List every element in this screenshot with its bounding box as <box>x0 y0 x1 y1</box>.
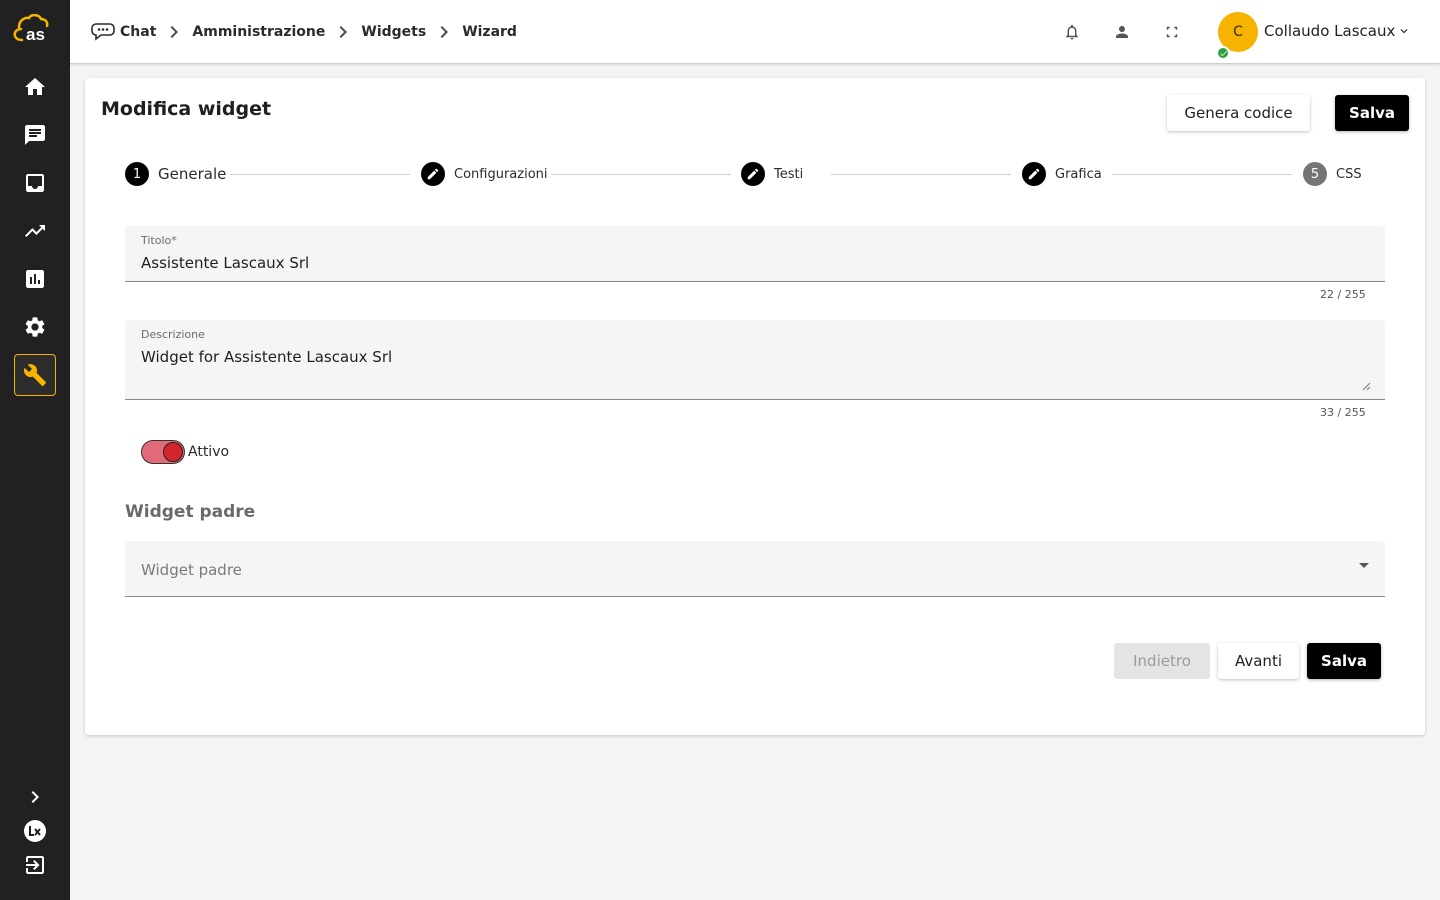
title-field[interactable]: Titolo* Assistente Lascaux Srl <box>125 226 1385 282</box>
edit-icon <box>421 162 445 186</box>
step-testi[interactable]: Testi <box>741 162 803 186</box>
person-icon <box>1116 26 1128 38</box>
back-button[interactable]: Indietro <box>1114 643 1210 679</box>
toggle-knob <box>163 442 183 462</box>
chevron-right-icon <box>31 791 39 803</box>
parent-widget-select[interactable]: Widget padre <box>125 541 1385 597</box>
step-number: 5 <box>1303 162 1327 186</box>
breadcrumb-chat[interactable]: Chat <box>120 24 156 40</box>
chevron-down-icon <box>1400 29 1408 34</box>
edit-icon <box>1022 162 1046 186</box>
step-number: 1 <box>125 162 149 186</box>
nav-inbox[interactable] <box>14 162 56 204</box>
save-button-bottom[interactable]: Salva <box>1307 643 1381 679</box>
next-button[interactable]: Avanti <box>1218 643 1299 679</box>
top-bar: Chat Amministrazione Widgets Wizard C Co… <box>70 0 1440 64</box>
title-input[interactable]: Assistente Lascaux Srl <box>141 254 309 272</box>
app-logo[interactable]: as <box>12 13 56 44</box>
generate-code-button[interactable]: Genera codice <box>1167 95 1310 131</box>
svg-text:as: as <box>26 25 45 44</box>
fullscreen-button[interactable] <box>1160 20 1184 44</box>
resize-grip-icon[interactable] <box>1361 381 1371 391</box>
widget-editor-card: Modifica widget Genera codice Salva 1 Ge… <box>85 78 1425 735</box>
sidebar: as <box>0 0 70 900</box>
step-label: Testi <box>774 166 804 182</box>
active-toggle[interactable] <box>141 440 185 464</box>
active-toggle-label: Attivo <box>188 444 230 460</box>
description-field-label: Descrizione <box>141 328 205 341</box>
notifications-button[interactable] <box>1060 20 1084 44</box>
step-generale[interactable]: 1 Generale <box>125 162 226 186</box>
logout-icon <box>26 856 44 874</box>
step-configurazioni[interactable]: Configurazioni <box>421 162 548 186</box>
step-connector <box>1112 174 1292 175</box>
lx-brand-button[interactable] <box>14 814 56 848</box>
nav-settings[interactable] <box>14 306 56 348</box>
nav-trending[interactable] <box>14 210 56 252</box>
chevron-right-icon <box>440 26 449 38</box>
wizard-stepper: 1 Generale Configurazioni Testi Grafica <box>125 162 1375 186</box>
expand-sidebar-button[interactable] <box>14 780 56 814</box>
save-button-top[interactable]: Salva <box>1335 95 1409 131</box>
inbox-icon <box>26 174 44 192</box>
description-char-counter: 33 / 255 <box>1320 406 1366 419</box>
online-status-icon <box>1216 46 1230 60</box>
bell-icon <box>1066 24 1078 40</box>
fullscreen-icon <box>1166 26 1178 38</box>
bar-chart-icon <box>26 270 44 288</box>
title-field-label: Titolo* <box>141 234 177 247</box>
chat-icon <box>25 125 45 145</box>
gear-icon <box>25 317 45 337</box>
step-css[interactable]: 5 CSS <box>1303 162 1362 186</box>
step-label: Configurazioni <box>454 166 548 182</box>
description-textarea[interactable]: Widget for Assistente Lascaux Srl <box>141 348 392 366</box>
step-label: Grafica <box>1055 166 1102 182</box>
trending-up-icon <box>25 225 45 237</box>
parent-widget-heading: Widget padre <box>125 502 256 522</box>
step-grafica[interactable]: Grafica <box>1022 162 1102 186</box>
breadcrumb-widgets[interactable]: Widgets <box>361 24 426 40</box>
description-field[interactable]: Descrizione Widget for Assistente Lascau… <box>125 320 1385 400</box>
page-title: Modifica widget <box>101 98 272 120</box>
step-connector <box>831 174 1011 175</box>
breadcrumb: Chat Amministrazione Widgets Wizard <box>90 20 517 44</box>
step-label: CSS <box>1336 166 1362 182</box>
profile-button[interactable] <box>1110 20 1134 44</box>
wrench-icon <box>23 364 46 386</box>
edit-icon <box>741 162 765 186</box>
chevron-right-icon <box>339 26 348 38</box>
nav-home[interactable] <box>14 66 56 108</box>
home-icon <box>25 78 45 95</box>
dropdown-arrow-icon <box>1359 563 1369 568</box>
logout-button[interactable] <box>14 848 56 882</box>
user-name: Collaudo Lascaux <box>1264 22 1396 40</box>
nav-reports[interactable] <box>14 258 56 300</box>
chevron-right-icon <box>170 26 179 38</box>
nav-chat[interactable] <box>14 114 56 156</box>
title-char-counter: 22 / 255 <box>1320 288 1366 301</box>
step-connector <box>230 174 410 175</box>
chat-bot-icon <box>91 23 115 41</box>
breadcrumb-amministrazione[interactable]: Amministrazione <box>192 24 325 40</box>
step-label: Generale <box>158 165 227 183</box>
parent-widget-placeholder: Widget padre <box>141 561 242 579</box>
lx-logo-icon <box>24 820 46 842</box>
user-menu[interactable]: Collaudo Lascaux <box>1264 22 1411 40</box>
nav-tools[interactable] <box>14 354 56 396</box>
breadcrumb-wizard: Wizard <box>462 24 517 40</box>
step-connector <box>551 174 731 175</box>
